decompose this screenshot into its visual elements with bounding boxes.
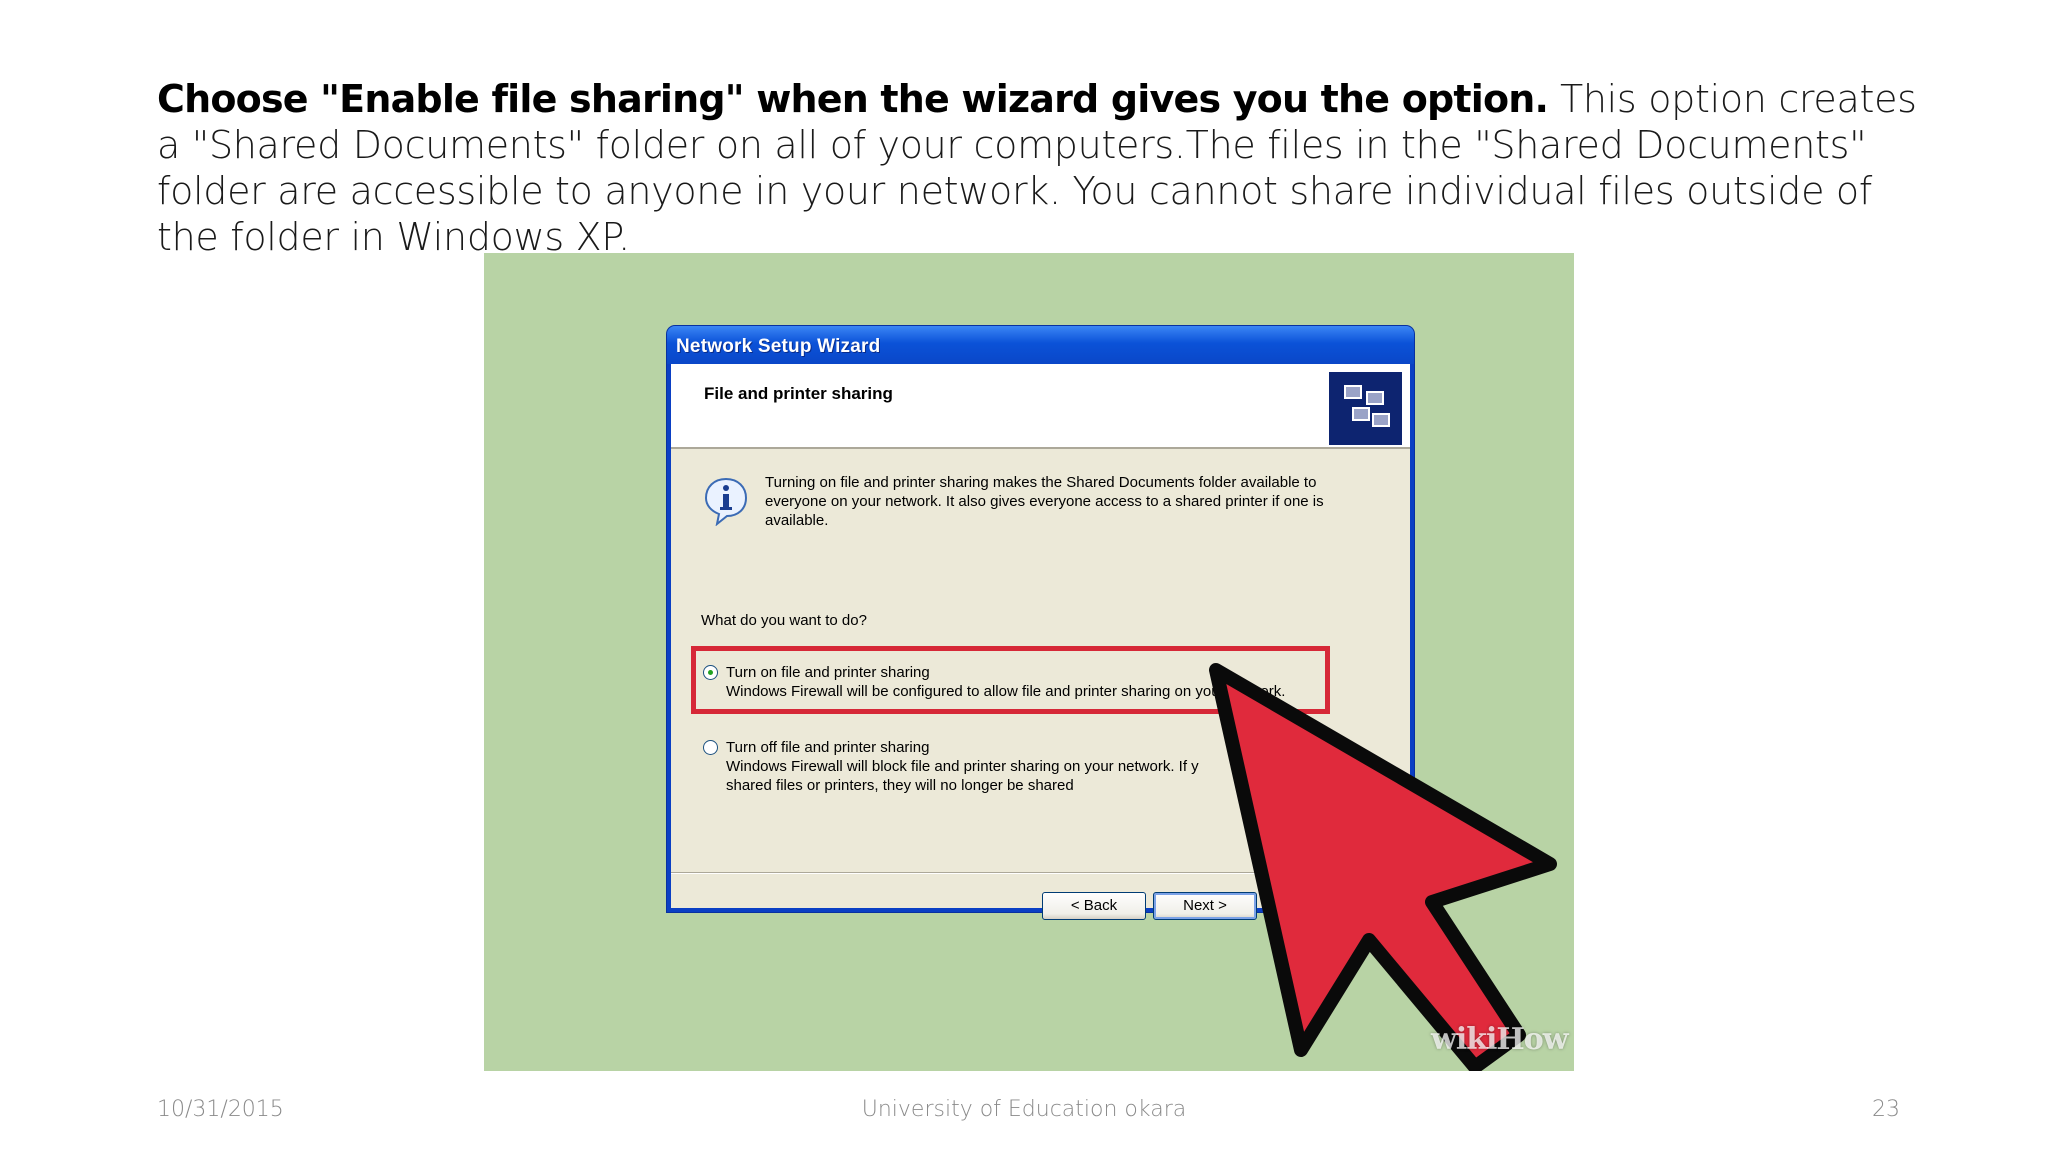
wikihow-watermark: wikiHow [1431, 1022, 1569, 1057]
cursor-arrow-icon [1209, 663, 1557, 1071]
footer-page-number: 23 [1872, 1097, 1900, 1122]
footer-institution: University of Education okara [861, 1097, 1187, 1122]
screenshot-figure: Network Setup Wizard File and printer sh… [484, 253, 1574, 1071]
slide-heading-bold: Choose "Enable file sharing" when the wi… [157, 77, 1549, 121]
slide-body-text: Choose "Enable file sharing" when the wi… [157, 76, 1917, 260]
